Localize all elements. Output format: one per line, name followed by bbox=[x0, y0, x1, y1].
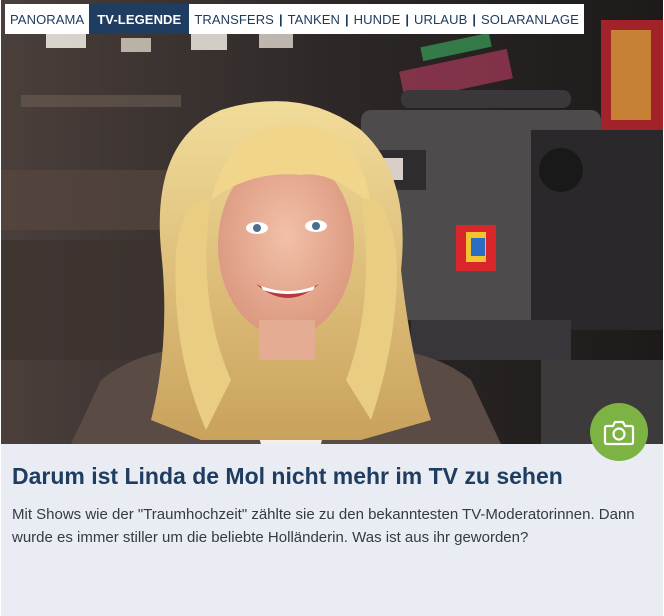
article-teaser: Mit Shows wie der "Traumhochzeit" zählte… bbox=[12, 506, 635, 546]
hero-photo bbox=[1, 0, 663, 444]
tag-panorama[interactable]: PANORAMA bbox=[5, 4, 89, 34]
tag-solaranlage[interactable]: SOLARANLAGE bbox=[476, 4, 584, 34]
category-nav: PANORAMA TV-LEGENDE TRANSFERS | TANKEN |… bbox=[5, 4, 584, 34]
tag-tv-legende[interactable]: TV-LEGENDE bbox=[89, 4, 190, 34]
tag-tanken[interactable]: TANKEN bbox=[283, 4, 345, 34]
tag-hunde[interactable]: HUNDE bbox=[349, 4, 406, 34]
tag-transfers[interactable]: TRANSFERS bbox=[189, 4, 279, 34]
article-headline[interactable]: Darum ist Linda de Mol nicht mehr im TV … bbox=[12, 462, 652, 490]
hero-image[interactable]: PANORAMA TV-LEGENDE TRANSFERS | TANKEN |… bbox=[1, 0, 663, 444]
gallery-button[interactable] bbox=[590, 403, 648, 461]
article-teaser-card[interactable]: PANORAMA TV-LEGENDE TRANSFERS | TANKEN |… bbox=[1, 0, 663, 616]
tag-urlaub[interactable]: URLAUB bbox=[409, 4, 472, 34]
camera-icon bbox=[603, 420, 635, 446]
